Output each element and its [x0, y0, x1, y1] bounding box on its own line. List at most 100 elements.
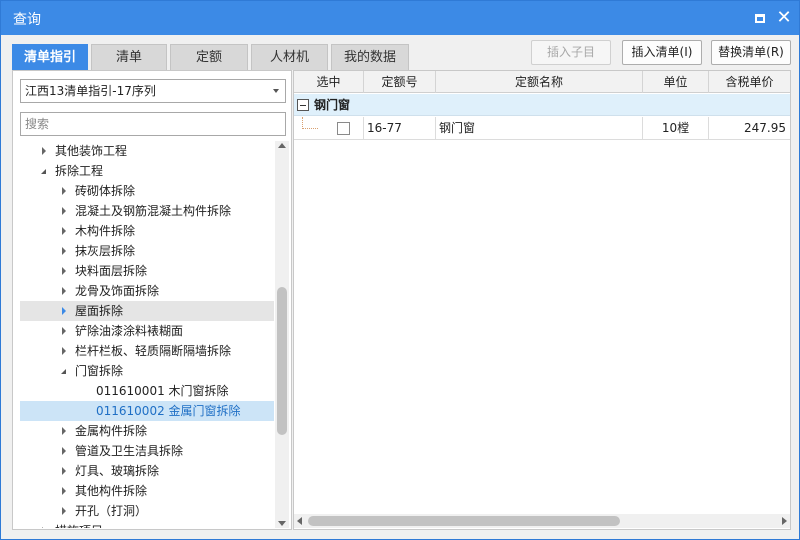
- column-header-price[interactable]: 含税单价: [709, 71, 790, 93]
- tab-quota[interactable]: 定额: [170, 44, 248, 70]
- column-header-code[interactable]: 定额号: [364, 71, 436, 93]
- tree-node-label: 其他构件拆除: [75, 484, 148, 498]
- tab-list[interactable]: 清单: [91, 44, 167, 70]
- insert-list-button[interactable]: 插入清单(I): [622, 40, 702, 65]
- tree-node-label: 混凝土及钢筋混凝土构件拆除: [75, 204, 232, 218]
- tree-node[interactable]: 措施项目: [20, 521, 274, 528]
- replace-list-button[interactable]: 替换清单(R): [711, 40, 791, 65]
- tree-node[interactable]: 开孔（打洞）: [20, 501, 274, 521]
- collapsed-arrow-icon[interactable]: [60, 461, 70, 481]
- tree-node-label: 管道及卫生洁具拆除: [75, 444, 184, 458]
- tree-node-label: 011610001 木门窗拆除: [96, 384, 229, 398]
- collapsed-arrow-icon[interactable]: [60, 441, 70, 461]
- row-checkbox[interactable]: [337, 122, 350, 135]
- tree-node[interactable]: 拆除工程: [20, 161, 274, 181]
- chevron-down-icon: [273, 89, 279, 93]
- tree-node-label: 木构件拆除: [75, 224, 136, 238]
- collapsed-arrow-icon[interactable]: [60, 321, 70, 341]
- tree-node[interactable]: 混凝土及钢筋混凝土构件拆除: [20, 201, 274, 221]
- collapsed-arrow-icon[interactable]: [60, 261, 70, 281]
- close-button[interactable]: ✕: [774, 8, 794, 28]
- collapsed-arrow-icon[interactable]: [60, 201, 70, 221]
- tree-node-label: 金属构件拆除: [75, 424, 148, 438]
- tree-node-label: 开孔（打洞）: [75, 504, 148, 518]
- group-name: 钢门窗: [314, 98, 351, 112]
- cell-name: 钢门窗: [436, 117, 643, 140]
- guide-library-value: 江西13清单指引-17序列: [25, 84, 156, 98]
- table-row[interactable]: 16-77 钢门窗 10樘 247.95: [294, 117, 790, 140]
- tree-node[interactable]: 铲除油漆涂料裱糊面: [20, 321, 274, 341]
- scroll-down-icon[interactable]: [278, 521, 286, 526]
- cell-select: [294, 117, 364, 140]
- guide-panel: 江西13清单指引-17序列 其他装饰工程拆除工程砖砌体拆除混凝土及钢筋混凝土构件…: [12, 70, 292, 530]
- scroll-left-icon[interactable]: [297, 517, 302, 525]
- tree-node[interactable]: 其他构件拆除: [20, 481, 274, 501]
- expanded-arrow-icon[interactable]: [60, 361, 70, 381]
- tree-node[interactable]: 011610002 金属门窗拆除: [20, 401, 274, 421]
- scrollbar-thumb[interactable]: [308, 516, 620, 526]
- collapsed-arrow-icon[interactable]: [60, 221, 70, 241]
- collapsed-arrow-icon[interactable]: [60, 501, 70, 521]
- tree-node-label: 011610002 金属门窗拆除: [96, 404, 241, 418]
- tree-node[interactable]: 砖砌体拆除: [20, 181, 274, 201]
- scroll-up-icon[interactable]: [278, 143, 286, 148]
- tree-node-label: 铲除油漆涂料裱糊面: [75, 324, 184, 338]
- insert-child-button[interactable]: 插入子目: [531, 40, 611, 65]
- guide-tree: 其他装饰工程 拆除工程砖砌体拆除混凝土及钢筋混凝土构件拆除 木构件拆除抹灰层拆除块料…: [20, 141, 274, 528]
- cell-unit: 10樘: [643, 117, 709, 140]
- tree-node-label: 屋面拆除: [75, 304, 124, 318]
- tree-node-label: 其他装饰工程: [55, 144, 128, 158]
- scrollbar-thumb[interactable]: [277, 287, 287, 435]
- close-icon: ✕: [776, 7, 792, 28]
- window-title: 查询: [13, 12, 41, 28]
- tree-node-label: 门窗拆除: [75, 364, 124, 378]
- grid-header: 选中 定额号 定额名称 单位 含税单价: [294, 71, 790, 93]
- tree-node[interactable]: 木构件拆除: [20, 221, 274, 241]
- group-row[interactable]: 钢门窗: [294, 94, 790, 116]
- collapsed-arrow-icon[interactable]: [60, 341, 70, 361]
- tree-node[interactable]: 龙骨及饰面拆除: [20, 281, 274, 301]
- collapsed-arrow-icon[interactable]: [60, 281, 70, 301]
- collapsed-arrow-icon[interactable]: [60, 301, 70, 321]
- column-header-name[interactable]: 定额名称: [436, 71, 643, 93]
- tree-node[interactable]: 门窗拆除: [20, 361, 274, 381]
- collapsed-arrow-icon[interactable]: [60, 241, 70, 261]
- collapsed-arrow-icon[interactable]: [60, 421, 70, 441]
- scroll-right-icon[interactable]: [782, 517, 787, 525]
- column-header-unit[interactable]: 单位: [643, 71, 709, 93]
- tree-node-label: 拆除工程: [55, 164, 104, 178]
- expanded-arrow-icon[interactable]: [40, 161, 50, 181]
- tree-node[interactable]: 块料面层拆除: [20, 261, 274, 281]
- tab-labor-material-machine[interactable]: 人材机: [251, 44, 328, 70]
- collapse-icon[interactable]: [297, 99, 309, 111]
- collapsed-arrow-icon[interactable]: [60, 481, 70, 501]
- cell-code: 16-77: [364, 117, 436, 140]
- tree-node-label: 栏杆栏板、轻质隔断隔墙拆除: [75, 344, 232, 358]
- tree-node[interactable]: 栏杆栏板、轻质隔断隔墙拆除: [20, 341, 274, 361]
- tree-node[interactable]: 抹灰层拆除: [20, 241, 274, 261]
- collapsed-arrow-icon[interactable]: [40, 141, 50, 161]
- tree-node[interactable]: 其他装饰工程: [20, 141, 274, 161]
- collapsed-arrow-icon[interactable]: [60, 181, 70, 201]
- grid-horizontal-scrollbar[interactable]: [294, 514, 790, 528]
- tab-list-guide[interactable]: 清单指引: [12, 44, 88, 70]
- tree-node-label: 块料面层拆除: [75, 264, 148, 278]
- column-header-select[interactable]: 选中: [294, 71, 364, 93]
- maximize-button[interactable]: [750, 8, 770, 28]
- tree-node[interactable]: 管道及卫生洁具拆除: [20, 441, 274, 461]
- guide-library-select[interactable]: 江西13清单指引-17序列: [20, 79, 286, 103]
- tree-node-label: 龙骨及饰面拆除: [75, 284, 160, 298]
- title-bar[interactable]: 查询 ✕: [1, 1, 799, 35]
- tree-node[interactable]: 金属构件拆除: [20, 421, 274, 441]
- tree-node-label: 灯具、玻璃拆除: [75, 464, 160, 478]
- maximize-icon: [755, 13, 765, 23]
- tree-vertical-scrollbar[interactable]: [275, 141, 289, 528]
- tab-my-data[interactable]: 我的数据: [331, 44, 409, 70]
- tree-node-label: 措施项目: [55, 521, 103, 528]
- search-input[interactable]: [20, 112, 286, 136]
- tree-node[interactable]: 灯具、玻璃拆除: [20, 461, 274, 481]
- tree-node[interactable]: 屋面拆除: [20, 301, 274, 321]
- query-window: 查询 ✕ 清单指引 清单 定额 人材机 我的数据 插入子目 插入清单(I) 替换…: [0, 0, 800, 540]
- tree-node[interactable]: 011610001 木门窗拆除: [20, 381, 274, 401]
- collapsed-arrow-icon[interactable]: [40, 521, 50, 528]
